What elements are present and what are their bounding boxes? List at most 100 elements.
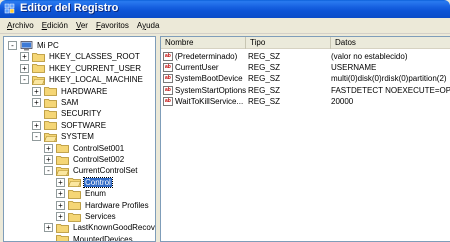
value-data: FASTDETECT NOEXECUTE=OPTIN: [331, 85, 450, 95]
list-item[interactable]: ab CurrentUser REG_SZ USERNAME: [161, 62, 450, 73]
folder-open-icon: [68, 177, 81, 188]
menu-archivo[interactable]: Archivo: [3, 21, 38, 30]
tree-item-label: SECURITY: [61, 109, 102, 119]
expand-icon[interactable]: +: [56, 200, 65, 210]
menu-favoritos[interactable]: Favoritos: [92, 21, 133, 30]
expand-icon[interactable]: +: [44, 223, 53, 233]
tree-item[interactable]: + HKEY_CLASSES_ROOT: [20, 51, 141, 62]
expand-icon[interactable]: +: [56, 212, 65, 221]
value-data: (valor no establecido): [331, 52, 408, 61]
folder-icon: [44, 98, 57, 108]
expand-icon[interactable]: +: [56, 177, 65, 187]
value-type: REG_SZ: [248, 96, 281, 106]
tree-item-label: Hardware Profiles: [85, 200, 149, 210]
value-data: USERNAME: [331, 63, 377, 73]
menu-ver[interactable]: Ver: [72, 21, 92, 30]
folder-icon: [56, 223, 69, 233]
tree-item[interactable]: + Enum: [56, 188, 107, 199]
tree-item-label: ControlSet002: [73, 155, 125, 164]
tree-item[interactable]: + HKEY_CURRENT_USER: [20, 63, 142, 74]
string-value-icon: ab: [163, 63, 173, 73]
string-value-icon: ab: [163, 74, 173, 84]
value-name-cell: ab SystemStartOptions: [161, 85, 246, 95]
expand-icon[interactable]: +: [32, 98, 41, 107]
list-item[interactable]: ab (Predeterminado) REG_SZ (valor no est…: [161, 51, 450, 62]
menu-bar: Archivo Edición Ver Favoritos Ayuda: [0, 18, 450, 34]
value-type: REG_SZ: [248, 63, 281, 73]
folder-open-icon: [56, 166, 69, 176]
value-name-cell: ab CurrentUser: [161, 63, 246, 73]
value-name: CurrentUser: [175, 63, 219, 73]
registry-tree[interactable]: - Mi PC + HKEY_CLASSES_ROOT + HKEY_CURRENT…: [3, 36, 156, 242]
tree-item[interactable]: - Mi PC: [8, 40, 60, 51]
list-item[interactable]: ab SystemBootDevice REG_SZ multi(0)disk(…: [161, 73, 450, 84]
folder-icon: [68, 189, 81, 199]
tree-item[interactable]: + Services: [56, 211, 117, 222]
regedit-icon: [4, 3, 16, 15]
folder-open-icon: [44, 132, 57, 142]
menu-ayuda[interactable]: Ayuda: [133, 21, 164, 30]
tree-item[interactable]: - SYSTEM: [32, 131, 95, 142]
tree-item[interactable]: + Hardware Profiles: [56, 200, 150, 211]
tree-item[interactable]: + SOFTWARE: [32, 120, 107, 131]
tree-item-label: SOFTWARE: [61, 120, 107, 130]
tree-item-label: MountedDevices: [73, 234, 133, 242]
expand-icon[interactable]: +: [32, 120, 41, 130]
collapse-icon[interactable]: -: [32, 132, 41, 142]
value-type: REG_SZ: [248, 74, 281, 84]
tree-item-label: HKEY_CLASSES_ROOT: [49, 52, 140, 62]
collapse-icon[interactable]: -: [44, 166, 53, 176]
tree-item[interactable]: - CurrentControlSet: [44, 165, 138, 176]
folder-open-icon: [32, 75, 45, 85]
folder-icon: [56, 143, 69, 153]
value-data: multi(0)disk(0)rdisk(0)partition(2): [331, 74, 447, 84]
collapse-icon[interactable]: -: [8, 41, 17, 50]
tree-item[interactable]: + HARDWARE: [32, 86, 108, 97]
tree-item-label: HKEY_CURRENT_USER: [49, 63, 142, 73]
expand-icon[interactable]: +: [32, 86, 41, 96]
tree-item-label: SYSTEM: [61, 132, 94, 142]
value-name: SystemBootDevice: [175, 74, 243, 84]
string-value-icon: ab: [163, 96, 173, 106]
expand-icon[interactable]: +: [44, 143, 53, 153]
title-bar[interactable]: Editor del Registro: [0, 0, 450, 18]
expand-icon[interactable]: +: [20, 52, 29, 62]
computer-icon: [20, 40, 33, 51]
tree-item[interactable]: SECURITY: [32, 108, 102, 119]
tree-item-label: Mi PC: [37, 41, 59, 50]
values-list[interactable]: Nombre Tipo Datos ab (Predeterminado) RE…: [160, 36, 450, 242]
tree-item[interactable]: + LastKnownGoodRecove: [44, 222, 155, 233]
expand-icon[interactable]: +: [44, 155, 53, 164]
tree-item[interactable]: + ControlSet002: [44, 154, 125, 165]
list-item[interactable]: ab WaitToKillService... REG_SZ 20000: [161, 96, 450, 107]
tree-item-label: Enum: [85, 189, 106, 199]
tree-item-label: HKEY_LOCAL_MACHINE: [49, 75, 143, 85]
list-item[interactable]: ab SystemStartOptions REG_SZ FASTDETECT …: [161, 85, 450, 96]
column-header-data[interactable]: Datos: [331, 37, 450, 49]
tree-item[interactable]: MountedDevices: [44, 234, 134, 242]
string-value-icon: ab: [163, 52, 173, 61]
folder-icon: [44, 109, 57, 119]
tree-item[interactable]: + SAM: [32, 97, 79, 108]
tree-item-label: Control: [83, 176, 113, 188]
expand-icon[interactable]: +: [56, 189, 65, 199]
window-title: Editor del Registro: [20, 2, 119, 14]
value-name-cell: ab (Predeterminado): [161, 52, 246, 61]
collapse-icon[interactable]: -: [20, 75, 29, 85]
tree-item[interactable]: - HKEY_LOCAL_MACHINE: [20, 74, 144, 85]
value-name: (Predeterminado): [175, 52, 238, 61]
folder-icon: [44, 120, 57, 131]
tree-item[interactable]: + Control: [56, 176, 113, 188]
column-header-type[interactable]: Tipo: [246, 37, 331, 49]
tree-item-label: CurrentControlSet: [73, 166, 138, 176]
tree-item[interactable]: + ControlSet001: [44, 143, 125, 154]
menu-edicion[interactable]: Edición: [38, 21, 72, 30]
column-header-name[interactable]: Nombre: [161, 37, 246, 49]
value-data: 20000: [331, 96, 354, 106]
string-value-icon: ab: [163, 85, 173, 95]
tree-item-label: HARDWARE: [61, 86, 108, 96]
expand-icon[interactable]: +: [20, 63, 29, 73]
folder-icon: [68, 200, 81, 210]
value-type: REG_SZ: [248, 52, 281, 61]
